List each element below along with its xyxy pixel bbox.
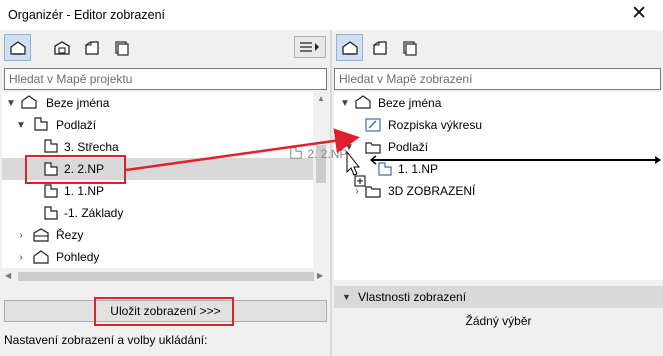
annotation-overlay xyxy=(25,128,661,326)
drag-arrow xyxy=(125,128,360,172)
highlight-selected-story xyxy=(25,155,126,184)
mouse-cursor-icon xyxy=(346,150,366,187)
highlight-save-button xyxy=(94,297,234,326)
